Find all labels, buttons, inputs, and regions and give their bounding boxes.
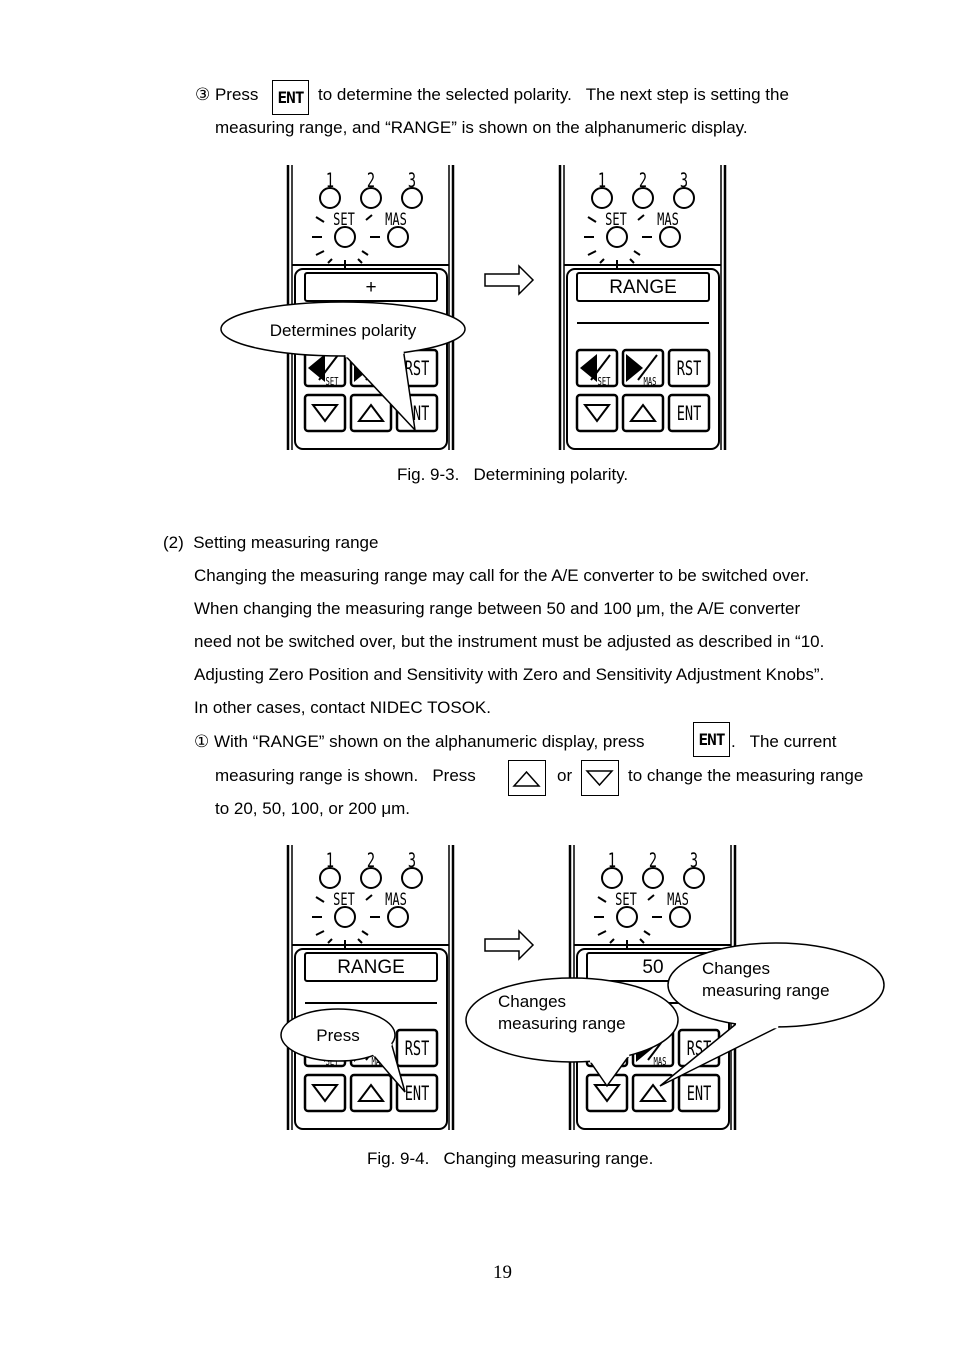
mas-small-label: MAS: [654, 1057, 667, 1069]
arrow-right-icon: [484, 264, 535, 296]
led-ray: [643, 930, 651, 936]
led-ray: [361, 930, 369, 936]
down-button: [575, 393, 619, 433]
rst-label: RST: [405, 1036, 430, 1059]
callout-text: measuring range: [498, 1014, 626, 1033]
led-ray: [637, 214, 645, 221]
set-small-label: SET: [326, 377, 340, 389]
led-ray: [365, 214, 373, 221]
down-button: [303, 1073, 347, 1113]
led-ray: [357, 938, 363, 944]
led-ray: [365, 894, 373, 901]
led-ray: [315, 216, 325, 223]
left-arrow-icon: [580, 354, 597, 382]
down-arrow-icon: [583, 404, 611, 423]
set-small-label: SET: [598, 377, 612, 389]
callout-text: Determines polarity: [270, 321, 417, 340]
up-arrow-icon: [357, 403, 385, 422]
led-ray: [639, 938, 645, 944]
callout-text: Changes: [702, 959, 770, 978]
display-text: RANGE: [337, 957, 405, 978]
mas-led-icon: [669, 906, 691, 928]
fig94-panel-before: 1 2 3SET MASRANGESET MASRSTENT: [286, 845, 455, 1130]
set-led-lit-icon: [606, 226, 628, 248]
left-arrow-icon: [308, 354, 325, 382]
led-ray: [327, 258, 333, 264]
callout-changes-range-up: Changes measuring range: [659, 942, 885, 1087]
mas-small-label: MAS: [644, 377, 657, 389]
display-text: RANGE: [609, 277, 677, 298]
mas-led-icon: [387, 226, 409, 248]
mas-led-icon: [387, 906, 409, 928]
up-button: [349, 393, 393, 433]
led-ray: [587, 250, 597, 256]
led-ray: [357, 258, 363, 264]
callout-press: Press: [280, 1008, 406, 1093]
up-button: [349, 1073, 393, 1113]
down-arrow-icon: [311, 404, 339, 423]
display-text: +: [365, 277, 376, 298]
down-arrow-icon: [593, 1084, 621, 1103]
rst-label: RST: [677, 356, 702, 379]
led-ray: [315, 930, 325, 936]
rst-label: RST: [405, 356, 430, 379]
led-ray: [647, 894, 655, 901]
down-button: [303, 393, 347, 433]
up-arrow-icon: [639, 1083, 667, 1102]
set-led-lit-icon: [334, 226, 356, 248]
led-ray: [327, 938, 333, 944]
callout-text: Changes: [498, 992, 566, 1011]
led-ray: [315, 250, 325, 256]
led-ray: [609, 938, 615, 944]
callout-changes-range-down: Changes measuring range: [465, 977, 679, 1088]
led-ray: [599, 258, 605, 264]
display-text: 50: [642, 957, 663, 978]
up-arrow-icon: [629, 403, 657, 422]
ent-label: ENT: [677, 401, 702, 424]
callout-text: Press: [316, 1026, 359, 1045]
up-button: [621, 393, 665, 433]
led-ray: [315, 896, 325, 903]
ent-label: ENT: [687, 1081, 712, 1104]
mas-led-icon: [659, 226, 681, 248]
fig93-panel-after: 1 2 3SET MASRANGESET MASRSTENT: [558, 165, 727, 450]
set-led-lit-icon: [616, 906, 638, 928]
callout-text: measuring range: [702, 981, 830, 1000]
set-led-lit-icon: [334, 906, 356, 928]
up-arrow-icon: [357, 1083, 385, 1102]
led-ray: [633, 250, 641, 256]
led-ray: [597, 930, 607, 936]
led-ray: [361, 250, 369, 256]
down-arrow-icon: [311, 1084, 339, 1103]
arrow-right-icon: [484, 929, 535, 961]
figures: 123SETMAS+SETMASRSTENT123SETMASRANGESETM…: [220, 165, 885, 1130]
led-ray: [587, 216, 597, 223]
led-ray: [629, 258, 635, 264]
ent-label: ENT: [405, 1081, 430, 1104]
led-ray: [597, 896, 607, 903]
